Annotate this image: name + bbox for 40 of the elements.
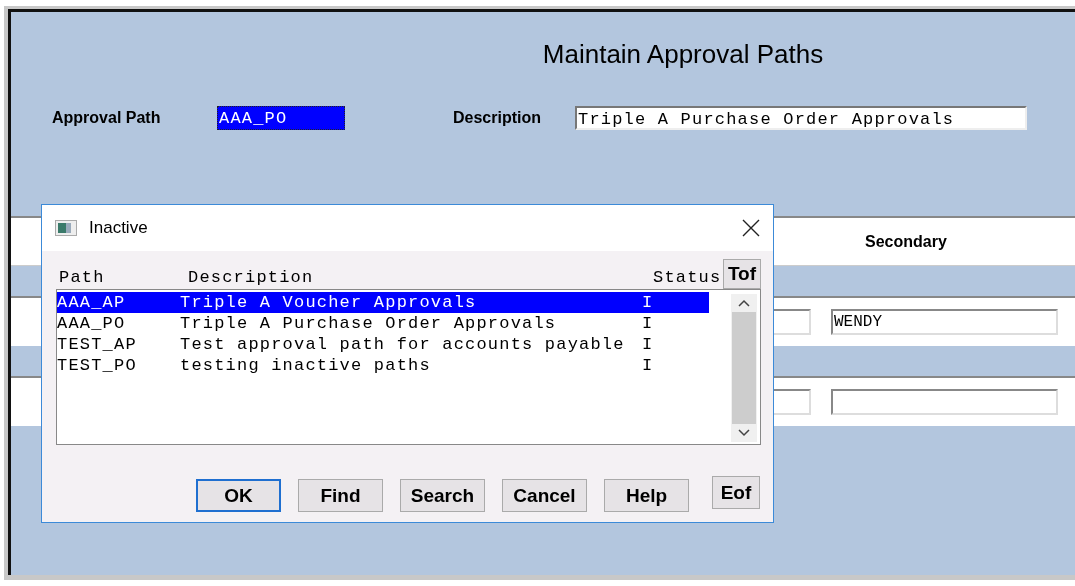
dialog-button[interactable]: Search — [400, 479, 485, 512]
description-text: Triple A Voucher Approvals — [180, 292, 478, 313]
list-item[interactable]: TEST_AP Test approval path for accounts payable I — [57, 334, 709, 355]
description-text: Test approval path for accounts payable — [180, 334, 626, 355]
list-item[interactable]: AAA_PO Triple A Purchase Order Approvals I — [57, 313, 709, 334]
dialog-button[interactable]: Help — [604, 479, 689, 512]
path-text: AAA_AP — [57, 292, 127, 313]
close-icon[interactable] — [742, 219, 760, 237]
description-text: testing inactive paths — [180, 355, 432, 376]
description-text: Triple A Purchase Order Approvals — [180, 313, 558, 334]
path-text: TEST_AP — [57, 334, 138, 355]
scroll-down-icon[interactable] — [737, 428, 751, 438]
status-text: I — [642, 313, 655, 334]
column-header: Status — [652, 267, 723, 289]
window-title: Maintain Approval Paths — [542, 38, 824, 70]
dialog-title: Inactive — [89, 218, 149, 238]
scroll-up-icon[interactable] — [737, 298, 751, 308]
path-text: AAA_PO — [57, 313, 127, 334]
dialog-button[interactable]: Eof — [712, 476, 760, 509]
field-label: Description — [453, 109, 542, 127]
dialog-button[interactable]: Cancel — [502, 479, 587, 512]
field-label: Approval Path — [52, 109, 162, 127]
scroll-bar[interactable] — [731, 294, 757, 442]
input-field[interactable]: WENDY — [831, 309, 1058, 335]
list-item[interactable]: TEST_PO testing inactive paths I — [57, 355, 709, 376]
list-item[interactable]: AAA_AP Triple A Voucher Approvals I — [57, 292, 709, 313]
status-text: I — [642, 334, 655, 355]
status-text: I — [642, 292, 655, 313]
input-field[interactable]: Triple A Purchase Order Approvals — [575, 106, 1027, 130]
status-text: I — [642, 355, 655, 376]
path-text: TEST_PO — [57, 355, 138, 376]
input-field[interactable] — [831, 389, 1058, 415]
dialog-button[interactable]: Find — [298, 479, 383, 512]
column-header: Secondary — [865, 232, 947, 251]
dialog-button[interactable]: OK — [196, 479, 281, 512]
column-header: Path — [58, 267, 106, 289]
input-field[interactable]: AAA_PO — [217, 106, 345, 130]
window-icon — [55, 220, 77, 236]
top-button[interactable]: Tof — [723, 259, 761, 289]
column-header: Description — [187, 267, 315, 289]
